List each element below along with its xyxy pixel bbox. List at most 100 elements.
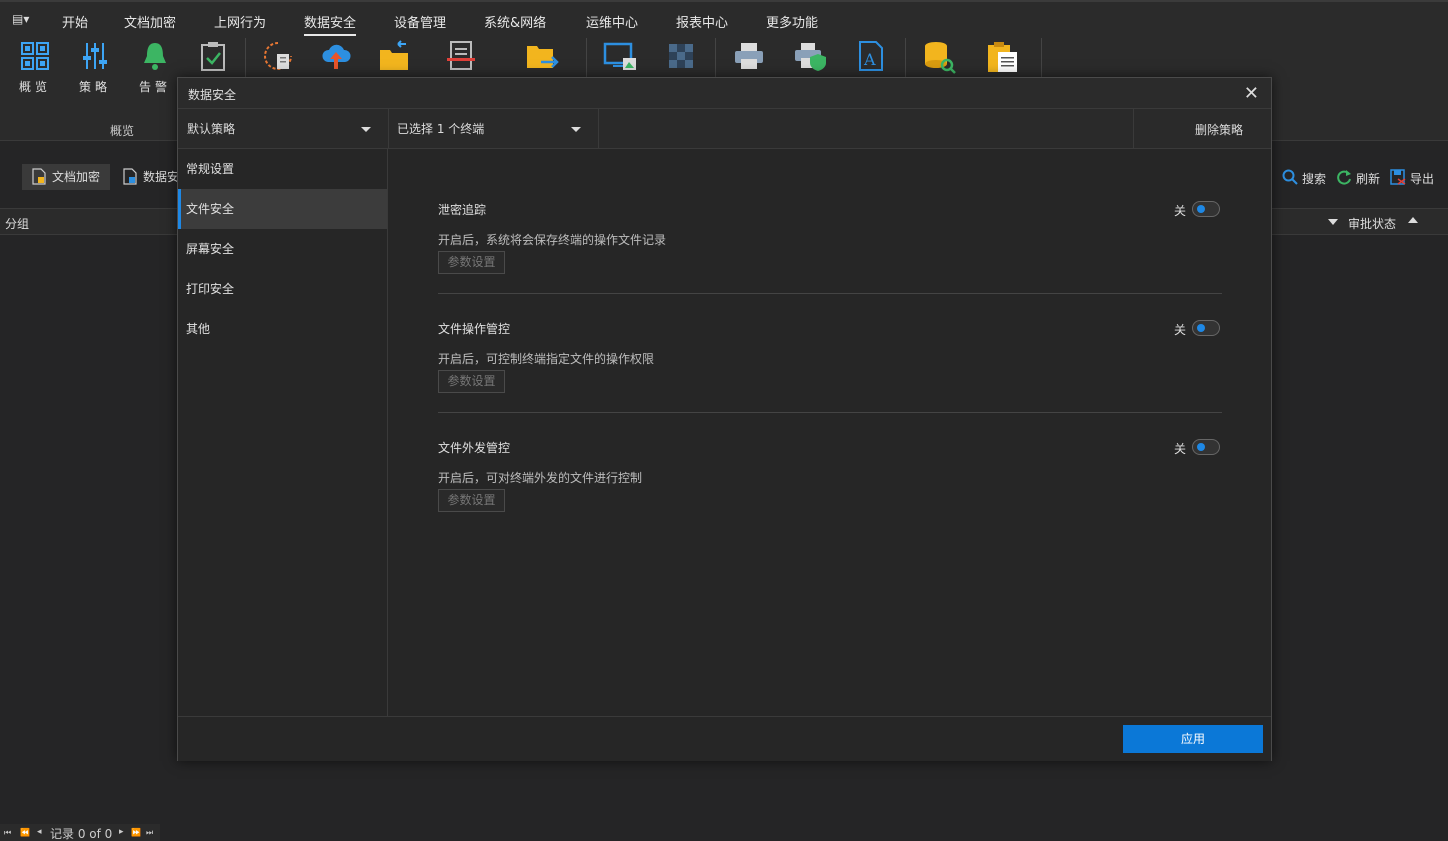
search-button[interactable]: 搜索	[1282, 169, 1327, 187]
section-description: 开启后，可对终端外发的文件进行控制	[438, 471, 643, 485]
search-label: 搜索	[1302, 172, 1327, 186]
leak-tracking-section: 泄密追踪 关 开启后，系统将会保存终端的操作文件记录 参数设置	[438, 201, 1222, 301]
tab-doc-encryption-label: 文档加密	[52, 170, 101, 184]
menu-data-security[interactable]: 数据安全	[304, 12, 357, 36]
refresh-doc-icon[interactable]	[262, 40, 294, 72]
printer-icon[interactable]	[733, 40, 765, 72]
settings-content: 泄密追踪 关 开启后，系统将会保存终端的操作文件记录 参数设置 文件操作管控 关…	[389, 149, 1271, 716]
terminal-select[interactable]: 已选择 1 个终端	[388, 109, 598, 149]
menu-web-behavior[interactable]: 上网行为	[214, 12, 266, 31]
file-outgoing-toggle[interactable]	[1192, 439, 1220, 455]
leak-tracking-toggle[interactable]	[1192, 201, 1220, 217]
ribbon-separator	[586, 38, 587, 78]
folder-return-icon[interactable]	[378, 40, 410, 72]
menu-system-network[interactable]: 系统&网络	[484, 12, 546, 31]
dialog-footer: 应用	[178, 716, 1271, 761]
screen-image-icon[interactable]	[603, 40, 637, 72]
file-outgoing-section: 文件外发管控 关 开启后，可对终端外发的文件进行控制 参数设置	[438, 439, 1222, 529]
nav-screen-security[interactable]: 屏幕安全	[178, 229, 387, 269]
document-lock-icon	[32, 168, 46, 185]
policy-bar: 默认策略 已选择 1 个终端 删除策略	[178, 109, 1271, 149]
menu-device-management[interactable]: 设备管理	[394, 12, 446, 31]
nav-print-security[interactable]: 打印安全	[178, 269, 387, 309]
column-group[interactable]: 分组	[5, 215, 29, 232]
menu-ops-center[interactable]: 运维中心	[586, 12, 638, 31]
menu-more[interactable]: 更多功能	[766, 12, 818, 31]
tab-data-security-label: 数据安	[143, 170, 180, 184]
delete-policy-button[interactable]: 删除策略	[1195, 121, 1243, 138]
svg-text:A: A	[863, 50, 876, 69]
file-operation-toggle[interactable]	[1192, 320, 1220, 336]
close-icon[interactable]: ✕	[1244, 83, 1259, 104]
policy-button[interactable]: 策略	[75, 40, 115, 95]
toggle-knob	[1197, 205, 1205, 213]
prev-record-icon[interactable]: ◂	[37, 827, 42, 837]
toggle-state-label: 关	[1173, 204, 1186, 218]
alarm-label: 告警	[138, 80, 171, 94]
refresh-button[interactable]: 刷新	[1336, 170, 1380, 187]
database-search-icon[interactable]	[923, 40, 957, 74]
ribbon-group-label: 概览	[110, 124, 135, 138]
record-count: 记录 0 of 0	[50, 827, 113, 841]
column-filter-icon[interactable]	[1328, 219, 1338, 225]
next-page-icon[interactable]: ⏩	[131, 828, 141, 837]
ribbon-separator	[905, 38, 906, 78]
cloud-upload-icon[interactable]	[320, 40, 352, 72]
menu-doc-encryption[interactable]: 文档加密	[124, 12, 176, 31]
first-page-icon[interactable]: ⏮	[4, 828, 11, 838]
app-menu-icon[interactable]: ▤▾	[12, 12, 29, 26]
bell-icon	[144, 43, 166, 70]
parameter-settings-button[interactable]: 参数设置	[438, 251, 505, 274]
section-title: 文件操作管控	[438, 322, 511, 336]
ribbon-separator	[1041, 38, 1042, 78]
nav-general-settings[interactable]: 常规设置	[178, 149, 387, 189]
data-security-dialog: 数据安全 ✕ 默认策略 已选择 1 个终端 删除策略 常规设置 文件安全 屏幕安…	[177, 77, 1272, 761]
settings-nav: 常规设置 文件安全 屏幕安全 打印安全 其他	[178, 149, 388, 716]
clipboard-doc-icon[interactable]	[985, 40, 1019, 74]
menu-start[interactable]: 开始	[62, 12, 88, 31]
grid-icon	[21, 42, 49, 70]
dialog-title-bar: 数据安全 ✕	[178, 78, 1271, 109]
printer-shield-icon[interactable]	[793, 40, 827, 72]
policy-select-value: 默认策略	[187, 122, 236, 136]
parameter-settings-button[interactable]: 参数设置	[438, 370, 505, 393]
menu-report-center[interactable]: 报表中心	[676, 12, 728, 31]
next-record-icon[interactable]: ▸	[119, 827, 124, 837]
nav-other[interactable]: 其他	[178, 309, 387, 349]
policy-select[interactable]: 默认策略	[178, 109, 388, 149]
document-shield-icon	[123, 168, 137, 185]
terminal-select-value: 已选择 1 个终端	[397, 122, 485, 136]
toggle-knob	[1197, 324, 1205, 332]
overview-label: 概览	[18, 80, 51, 94]
document-erase-icon[interactable]	[445, 40, 477, 72]
mosaic-icon[interactable]	[665, 40, 697, 72]
ribbon-separator	[715, 38, 716, 78]
apply-button[interactable]: 应用	[1123, 725, 1263, 753]
toggle-state-label: 关	[1173, 442, 1186, 456]
last-page-icon[interactable]: ⏭	[146, 828, 153, 838]
nav-file-security[interactable]: 文件安全	[178, 189, 387, 229]
tab-doc-encryption[interactable]: 文档加密	[22, 164, 111, 190]
file-operation-section: 文件操作管控 关 开启后，可控制终端指定文件的操作权限 参数设置	[438, 320, 1222, 420]
export-icon	[1390, 169, 1406, 185]
toggle-knob	[1197, 443, 1205, 451]
refresh-label: 刷新	[1356, 172, 1381, 186]
prev-page-icon[interactable]: ⏪	[20, 828, 30, 837]
section-title: 泄密追踪	[438, 203, 487, 217]
parameter-settings-button[interactable]: 参数设置	[438, 489, 505, 512]
font-file-icon[interactable]: A	[855, 40, 887, 72]
divider	[1133, 109, 1134, 149]
section-description: 开启后，可控制终端指定文件的操作权限	[438, 352, 655, 366]
sort-up-icon[interactable]	[1408, 217, 1418, 223]
column-approval-status[interactable]: 审批状态	[1348, 215, 1396, 232]
refresh-icon	[1337, 170, 1351, 185]
alarm-button[interactable]: 告警	[135, 40, 175, 95]
chevron-down-icon	[571, 127, 581, 132]
section-title: 文件外发管控	[438, 441, 511, 455]
overview-button[interactable]: 概览	[15, 40, 55, 95]
section-description: 开启后，系统将会保存终端的操作文件记录	[438, 233, 667, 247]
folder-export-icon[interactable]	[525, 40, 559, 72]
dialog-title: 数据安全	[188, 88, 237, 102]
export-button[interactable]: 导出	[1390, 169, 1434, 187]
clipboard-check-icon[interactable]	[197, 40, 229, 72]
